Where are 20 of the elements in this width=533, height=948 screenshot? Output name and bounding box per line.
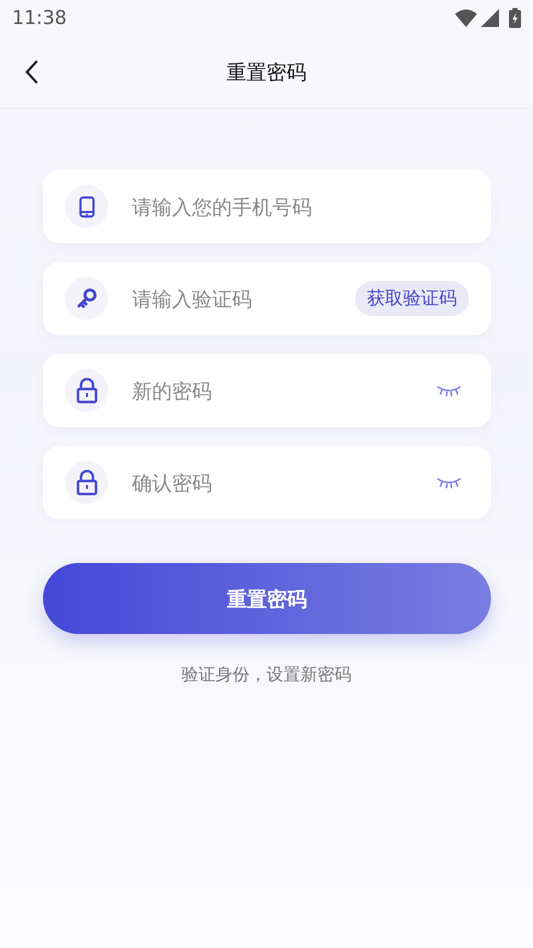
input-text[interactable]: 请输入您的手机号码	[130, 186, 469, 226]
lock-icon	[65, 369, 108, 412]
battery-icon	[509, 8, 521, 28]
input-text[interactable]: 请输入验证码	[130, 278, 355, 318]
lock-icon	[65, 461, 108, 504]
input-text[interactable]: 新的密码	[130, 370, 435, 410]
input-field[interactable]: 请输入您的手机号码	[43, 170, 491, 243]
input-field[interactable]: 请输入验证码 获取验证码	[43, 262, 491, 335]
wifi-icon	[455, 9, 477, 27]
input-field[interactable]: 确认密码	[43, 446, 491, 519]
input-text[interactable]: 确认密码	[130, 462, 435, 502]
input-field[interactable]: 新的密码	[43, 354, 491, 427]
page-title: 重置密码	[226, 59, 306, 86]
phone-icon	[65, 185, 108, 228]
signal-icon	[481, 9, 499, 27]
hint-text: 验证身份，设置新密码	[182, 664, 352, 687]
get-code-button[interactable]: 获取验证码	[355, 281, 469, 316]
key-icon	[65, 277, 108, 320]
clock: 11:38	[12, 6, 67, 31]
reset-password-button[interactable]: 重置密码	[43, 563, 491, 634]
